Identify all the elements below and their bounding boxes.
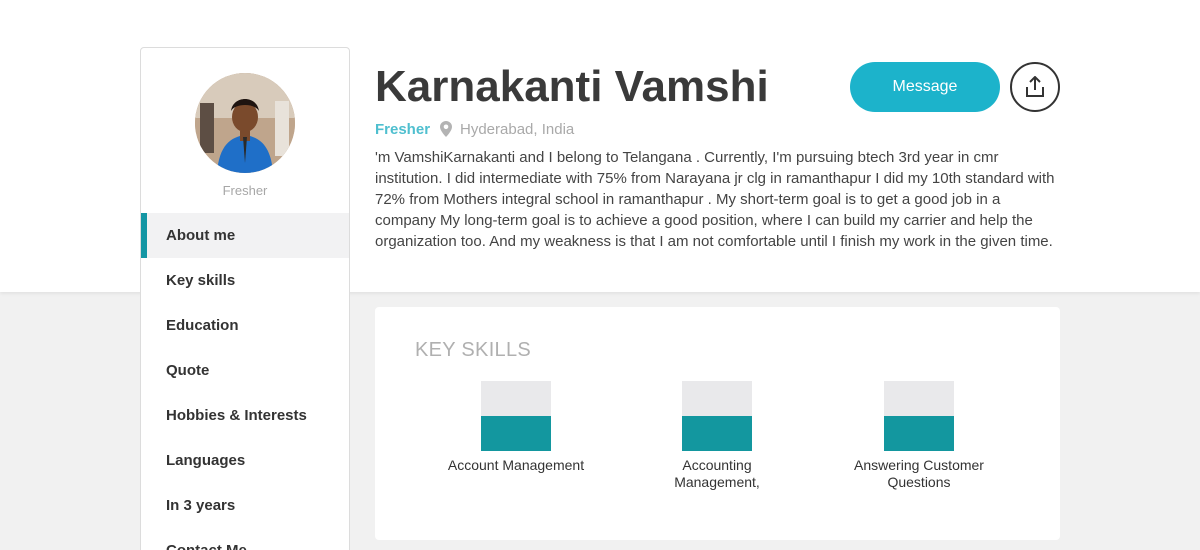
skill-label: Accounting Management,	[674, 457, 760, 490]
skill-level-bar	[884, 381, 954, 451]
share-upload-icon	[1026, 76, 1044, 97]
location-pin-icon	[440, 121, 452, 137]
key-skills-title: KEY SKILLS	[415, 339, 532, 361]
skill-level-bar	[682, 381, 752, 451]
skill-level-bar	[481, 381, 551, 451]
sidebar-item-hobbies-interests[interactable]: Hobbies & Interests	[141, 393, 349, 438]
profile-location: Hyderabad, India	[460, 121, 575, 138]
skill-level-fill	[682, 416, 752, 451]
skill-level-fill	[884, 416, 954, 451]
sidebar-nav: About me Key skills Education Quote Hobb…	[141, 213, 349, 550]
profile-role: Fresher	[375, 121, 431, 138]
sidebar-item-education[interactable]: Education	[141, 303, 349, 348]
skill-item: Accounting Management,	[617, 381, 817, 491]
sidebar-item-key-skills[interactable]: Key skills	[141, 258, 349, 303]
sidebar-item-about-me[interactable]: About me	[141, 213, 349, 258]
profile-name: Karnakanti Vamshi	[375, 62, 769, 111]
sidebar-item-in-3-years[interactable]: In 3 years	[141, 483, 349, 528]
share-button[interactable]	[1010, 62, 1060, 112]
profile-bio: 'm VamshiKarnakanti and I belong to Tela…	[375, 149, 1055, 250]
skill-item: Answering Customer Questions	[819, 381, 1019, 491]
skill-level-fill	[481, 416, 551, 451]
sidebar-item-languages[interactable]: Languages	[141, 438, 349, 483]
skill-label: Account Management	[447, 457, 585, 473]
skill-item: Account Management	[416, 381, 616, 474]
sidebar-role: Fresher	[222, 183, 268, 198]
avatar	[195, 73, 295, 173]
sidebar-item-contact-me[interactable]: Contact Me	[141, 528, 349, 550]
skill-label: Answering Customer Questions	[854, 457, 984, 490]
sidebar-item-quote[interactable]: Quote	[141, 348, 349, 393]
message-button[interactable]: Message	[850, 62, 1000, 112]
key-skills-card: KEY SKILLS Account Management Accounting…	[375, 307, 1060, 540]
profile-sidebar: Fresher About me Key skills Education Qu…	[140, 47, 350, 550]
